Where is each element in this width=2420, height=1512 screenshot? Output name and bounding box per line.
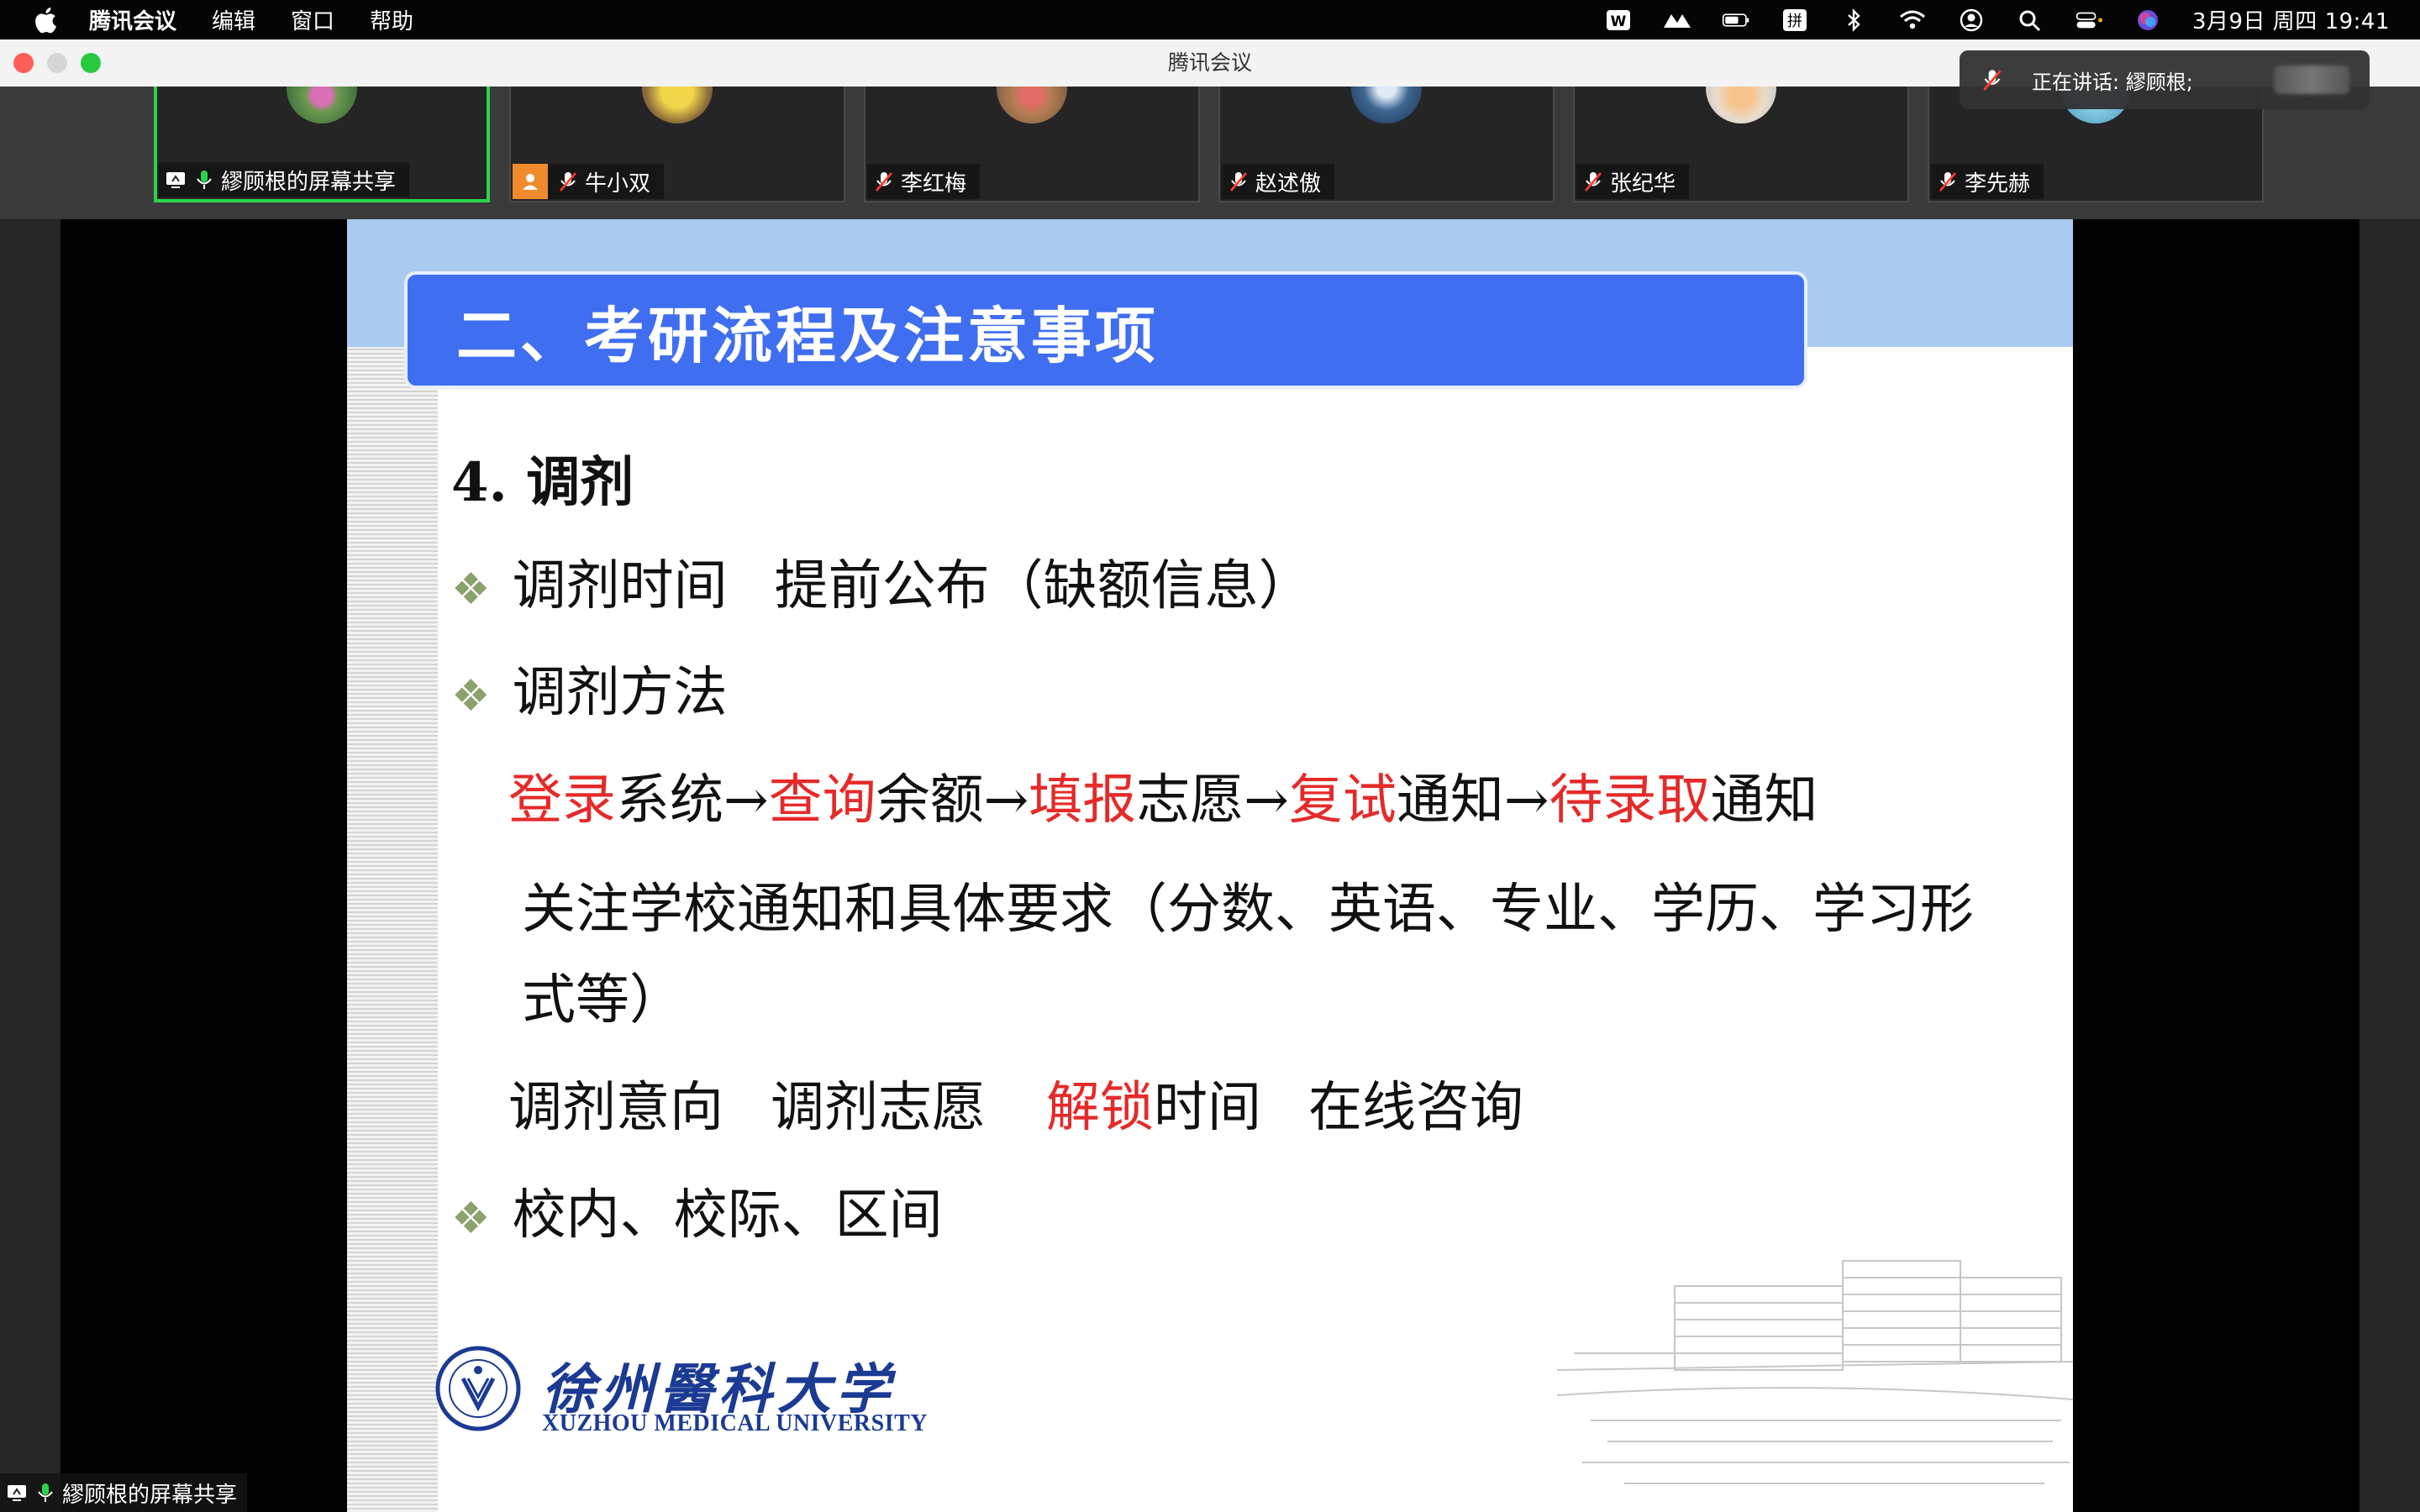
participant-name: 赵述傲 [1255,171,1322,197]
participant-tile[interactable]: 张纪华 [1573,87,1909,202]
bullet-line-time: ❖ 调剂时间 提前公布（缺额信息） [451,543,1313,620]
right-gutter [2360,219,2420,1512]
screen-share-label: 繆顾根的屏幕共享 [0,1473,248,1512]
slide-left-stripes [347,347,438,1512]
campus-building-sketch [1557,1260,2073,1484]
flow-step-fill: 填报 [1028,769,1137,832]
participant-tile[interactable]: 赵述傲 [1218,87,1555,202]
menubar-clock[interactable]: 3月9日 周四 19:41 [2192,4,2390,35]
process-flow-line: 登录系统→查询余额→填报志愿→复试通知→待录取通知 [508,757,1818,834]
participant-name: 李先赫 [1965,171,2031,197]
mic-muted-icon [1230,172,1247,192]
bluetooth-icon[interactable] [1839,8,1868,33]
participant-nameplate: 繆顾根的屏幕共享 [159,162,410,197]
mic-muted-icon [1585,172,1602,192]
diamond-bullet-icon: ❖ [451,1194,491,1244]
logo-english-name: XUZHOU MEDICAL UNIVERSITY [542,1410,929,1436]
flow-step-query: 查询 [768,769,876,832]
flow-text: 系统→ [616,769,769,832]
flow-text: 通知→ [1396,769,1549,832]
menu-bar: 腾讯会议 编辑 窗口 帮助 W 拼 3月9日 周四 19:41 [0,0,2420,39]
university-logo: 徐州醫科大学 XUZHOU MEDICAL UNIVERSITY [434,1345,955,1446]
participant-nameplate: 李先赫 [1931,164,2044,199]
flow-step-admit: 待录取 [1549,769,1711,832]
mic-on-icon [197,171,212,189]
menu-edit[interactable]: 编辑 [212,4,255,35]
menu-help[interactable]: 帮助 [370,4,413,35]
line6-text: 校内、校际、区间 [512,1184,943,1247]
participant-nameplate: 赵述傲 [1222,164,1335,199]
avatar [287,87,357,123]
mic-muted-icon [876,172,892,192]
wps-icon[interactable]: W [1604,8,1633,33]
apple-icon[interactable] [32,5,62,35]
speaking-label: 正在讲话: 繆顾根; [2032,70,2193,94]
participant-tile[interactable]: 李红梅 [864,87,1200,202]
slide-subtitle: 4. 调剂 [451,451,634,514]
flow-step-retest: 复试 [1288,769,1397,832]
presentation-slide: 二、考研流程及注意事项 4. 调剂 ❖ 调剂时间 提前公布（缺额信息） ❖ 调剂方法 … [347,219,2073,1512]
participant-tile[interactable]: 繆顾根的屏幕共享 [154,87,490,202]
battery-icon[interactable] [1722,8,1750,33]
participant-tile[interactable]: 牛小双 [509,87,845,202]
participant-nameplate: 张纪华 [1576,164,1690,199]
participant-name: 繆顾根的屏幕共享 [221,169,397,195]
flow-text: 余额→ [876,769,1029,832]
flow-text: 志愿→ [1136,769,1289,832]
participant-name: 李红梅 [901,171,967,197]
item-wish: 调剂志愿 [771,1077,986,1139]
item-unlock: 解锁 [1046,1077,1154,1139]
user-icon [513,164,548,199]
line1-value: 提前公布（缺额信息） [774,555,1313,617]
participant-nameplate: 牛小双 [513,164,665,199]
flow-text: 通知 [1710,769,1818,832]
notice-paragraph: 关注学校通知和具体要求（分数、英语、专业、学历、学习形式等） [522,879,1974,1032]
item-consult: 在线咨询 [1308,1077,1523,1139]
input-method-label: 拼 [1787,13,1802,30]
menubar-tray: W 拼 3月9日 周四 19:41 [1604,0,2390,39]
diamond-bullet-icon: ❖ [451,564,491,615]
screen-share-icon [8,1485,26,1501]
bullet-line-method: ❖ 调剂方法 [451,649,728,727]
speaker-video-thumbnail [2274,66,2349,94]
slide-heading: 二、考研流程及注意事项 [404,271,1807,389]
avatar [1706,87,1776,123]
mountain-icon[interactable] [1663,8,1691,33]
siri-icon[interactable] [2133,8,2162,33]
avatar [997,87,1067,123]
adjustment-items-line: 调剂意向 调剂志愿 解锁时间 在线咨询 [508,1064,1523,1142]
spotlight-search-icon[interactable] [2016,8,2044,33]
input-method-icon[interactable]: 拼 [1781,8,1809,33]
participant-name: 牛小双 [585,171,651,197]
mic-on-icon [38,1483,53,1502]
mic-muted-icon [560,172,576,192]
bullet-line-scope: ❖ 校内、校际、区间 [451,1172,943,1249]
diamond-bullet-icon: ❖ [451,671,491,722]
participant-nameplate: 李红梅 [867,164,981,199]
svg-text:W: W [1611,13,1627,30]
wifi-icon[interactable] [1898,8,1927,33]
user-account-icon[interactable] [1957,8,1986,33]
control-center-icon[interactable] [2075,8,2103,33]
mic-muted-icon [1983,70,2002,91]
menu-window[interactable]: 窗口 [291,4,334,35]
participant-name: 张纪华 [1610,171,1676,197]
item-time: 时间 [1154,1077,1261,1139]
line2-text: 调剂方法 [512,662,728,724]
speaking-indicator[interactable]: 正在讲话: 繆顾根; [1960,50,2370,109]
flow-step-login: 登录 [508,769,616,832]
left-gutter [0,219,60,1512]
university-seal-icon [435,1346,521,1431]
screen-share-icon [166,172,185,188]
item-intent: 调剂意向 [508,1077,723,1139]
avatar [1351,87,1422,123]
menu-app-name[interactable]: 腾讯会议 [89,4,176,35]
mic-muted-icon [1939,172,1956,192]
avatar [642,87,713,123]
line1-label: 调剂时间 [512,555,728,617]
share-label-text: 繆顾根的屏幕共享 [62,1482,238,1508]
